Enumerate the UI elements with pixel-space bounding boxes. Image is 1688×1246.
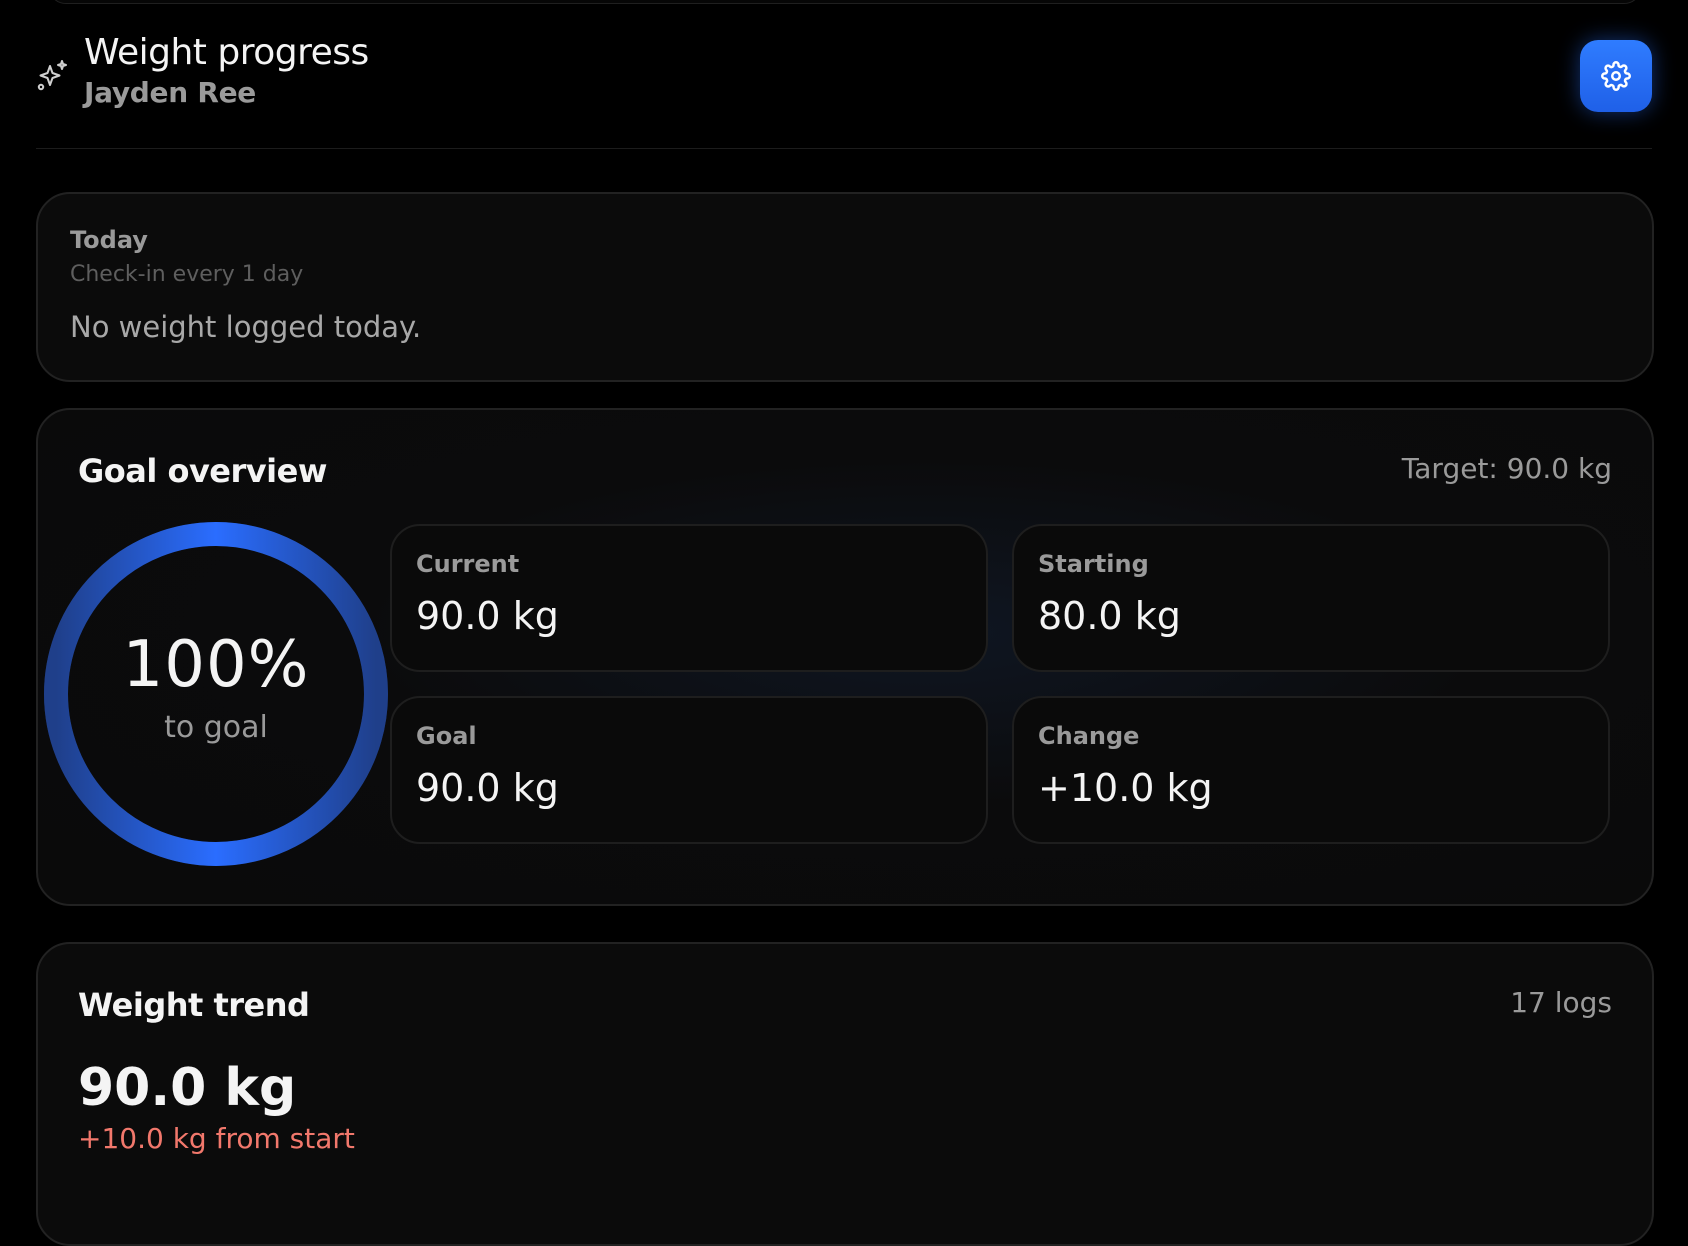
goal-overview-title: Goal overview bbox=[78, 452, 327, 490]
stat-value: 90.0 kg bbox=[416, 766, 559, 810]
page-title: Weight progress bbox=[84, 32, 369, 73]
today-label: Today bbox=[70, 226, 148, 254]
today-card: Today Check-in every 1 day No weight log… bbox=[36, 192, 1654, 382]
user-name: Jayden Ree bbox=[84, 76, 256, 109]
gear-icon bbox=[1601, 61, 1631, 91]
stat-value: 90.0 kg bbox=[416, 594, 559, 638]
stat-goal: Goal 90.0 kg bbox=[390, 696, 988, 844]
today-message: No weight logged today. bbox=[70, 310, 422, 344]
stat-current: Current 90.0 kg bbox=[390, 524, 988, 672]
weight-delta: +10.0 kg from start bbox=[78, 1122, 355, 1155]
stat-starting: Starting 80.0 kg bbox=[1012, 524, 1610, 672]
weight-trend-title: Weight trend bbox=[78, 986, 310, 1024]
stat-value: 80.0 kg bbox=[1038, 594, 1181, 638]
log-count: 17 logs bbox=[1510, 986, 1612, 1019]
weight-trend-card: Weight trend 17 logs 90.0 kg +10.0 kg fr… bbox=[36, 942, 1654, 1246]
page-header: Weight progress Jayden Ree bbox=[36, 28, 1652, 149]
progress-caption: to goal bbox=[164, 710, 268, 745]
checkin-frequency: Check-in every 1 day bbox=[70, 262, 304, 287]
stat-value: +10.0 kg bbox=[1038, 766, 1213, 810]
stat-label: Goal bbox=[416, 722, 477, 750]
previous-card-edge bbox=[48, 0, 1642, 4]
stat-change: Change +10.0 kg bbox=[1012, 696, 1610, 844]
latest-weight: 90.0 kg bbox=[78, 1058, 297, 1118]
sparkle-icon bbox=[37, 60, 67, 91]
goal-target: Target: 90.0 kg bbox=[1401, 452, 1612, 485]
stat-label: Starting bbox=[1038, 550, 1149, 578]
stat-label: Current bbox=[416, 550, 520, 578]
progress-percent: 100% bbox=[122, 628, 310, 702]
stat-label: Change bbox=[1038, 722, 1140, 750]
goal-overview-card: Goal overview Target: 90.0 kg 100% to go… bbox=[36, 408, 1654, 906]
settings-button[interactable] bbox=[1580, 40, 1652, 112]
